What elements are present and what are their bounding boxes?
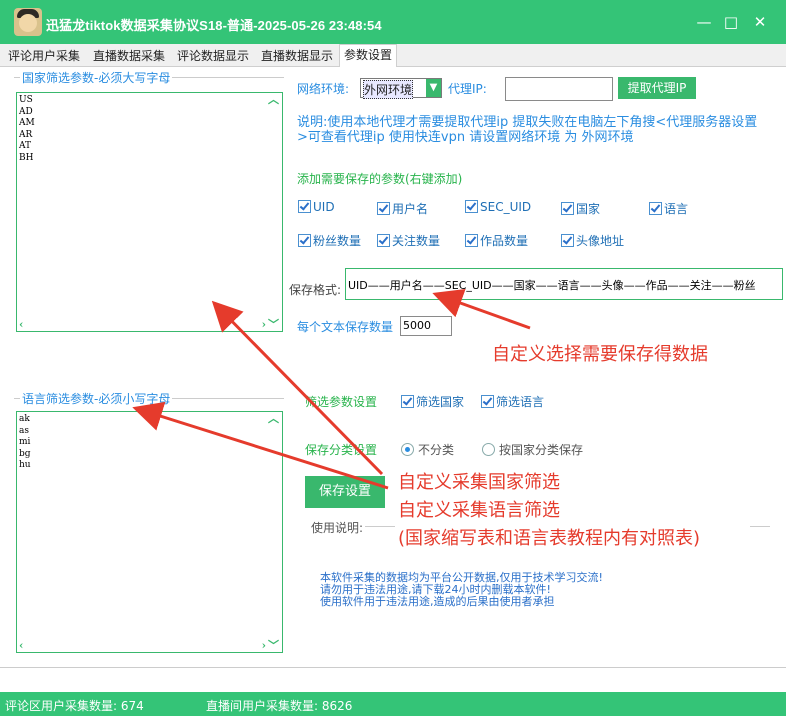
status-bar: 评论区用户采集数量: 674 直播间用户采集数量: 8626 [0, 692, 786, 716]
status-comment-users: 评论区用户采集数量: 674 [5, 699, 144, 713]
arrow-to-language-list [132, 401, 389, 490]
annotation-arrows [132, 288, 531, 490]
status-live-users: 直播间用户采集数量: 8626 [206, 699, 353, 713]
arrow-to-save-format [432, 288, 531, 330]
content-bottom-divider [0, 667, 786, 668]
arrow-to-country-list [211, 300, 384, 476]
